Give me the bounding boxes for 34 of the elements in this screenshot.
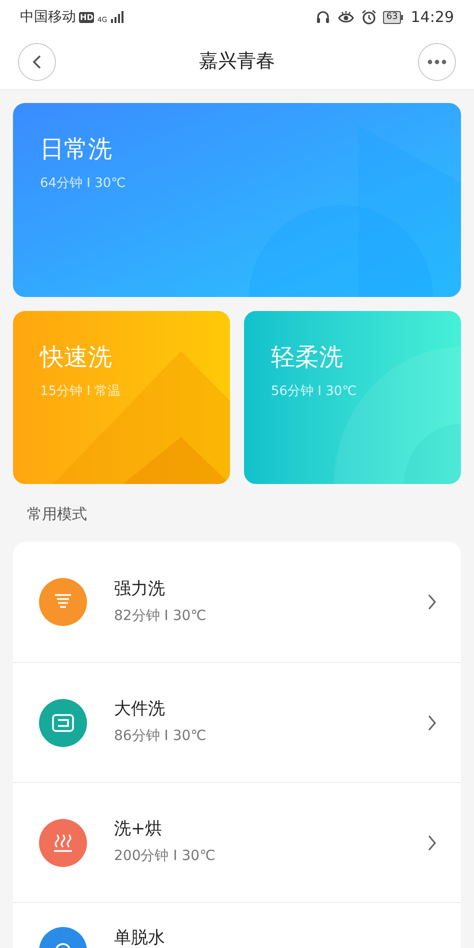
mode-row[interactable]: 大件洗 86分钟 I 30℃ [13, 662, 461, 782]
card-detail: 15分钟 I 常温 [40, 383, 121, 401]
mode-detail: 200分钟 I 30℃ [114, 847, 216, 866]
card-title: 轻柔洗 [271, 342, 343, 373]
mode-name: 大件洗 [114, 698, 166, 720]
eye-icon [337, 9, 356, 25]
signal-icon [110, 11, 124, 23]
mode-row[interactable]: 单脱水 [13, 902, 461, 948]
section-title: 常用模式 [27, 504, 87, 525]
mode-detail: 86分钟 I 30℃ [114, 727, 208, 746]
page-title: 嘉兴青春 [199, 49, 275, 74]
chevron-icon [427, 593, 437, 611]
hd-badge: HD [79, 12, 94, 22]
battery-level: 63 [383, 10, 401, 24]
more-button[interactable] [418, 42, 456, 80]
mode-detail: 82分钟 I 30℃ [114, 606, 208, 626]
alarm-icon [361, 9, 378, 25]
chevron-icon [427, 834, 437, 852]
more-icon [427, 58, 447, 64]
mode-name: 强力洗 [114, 578, 166, 600]
clock-time: 14:29 [410, 6, 454, 28]
mode-name: 洗+烘 [114, 818, 164, 840]
headphones-icon [315, 9, 332, 25]
card-detail: 64分钟 I 30℃ [40, 175, 126, 193]
chevron-icon [427, 714, 437, 732]
mode-row[interactable]: 强力洗 82分钟 I 30℃ [13, 542, 461, 662]
card-title: 快速洗 [40, 342, 112, 373]
card-detail: 56分钟 I 30℃ [271, 383, 357, 401]
back-button[interactable] [18, 42, 56, 80]
mode-name: 单脱水 [114, 927, 166, 948]
mode-row[interactable]: 洗+烘 200分钟 I 30℃ [13, 782, 461, 902]
back-icon [31, 54, 43, 70]
carrier-name: 中国移动 [20, 8, 76, 26]
card-title: 日常洗 [40, 134, 112, 165]
